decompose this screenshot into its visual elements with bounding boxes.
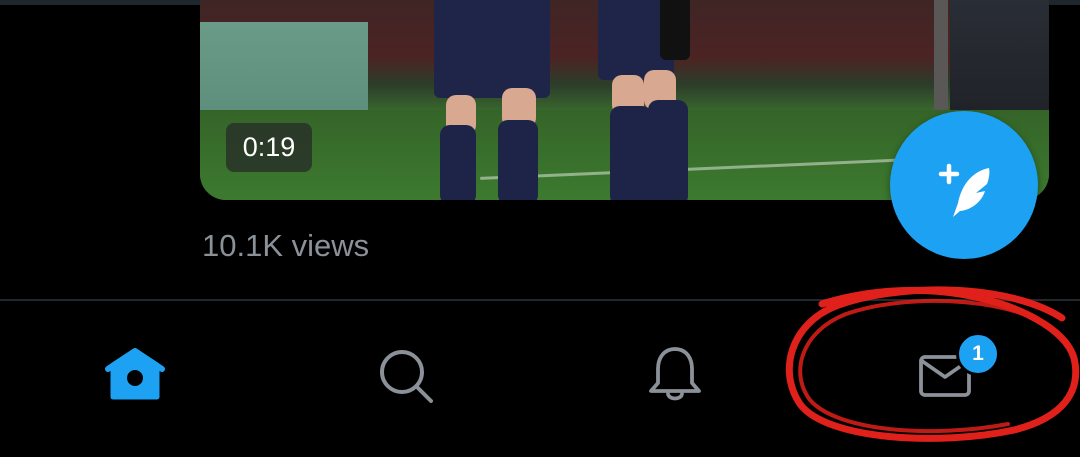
video-duration-badge: 0:19 xyxy=(226,123,312,172)
bottom-nav-divider xyxy=(0,299,1080,301)
stadium-background-image xyxy=(950,0,1049,110)
nav-notifications-tab[interactable] xyxy=(640,340,710,410)
player-figure-left xyxy=(432,0,552,200)
view-count: 10.1K views xyxy=(202,228,370,263)
nav-search-tab[interactable] xyxy=(370,340,440,410)
player-figure-right xyxy=(592,0,712,200)
home-icon xyxy=(105,348,165,400)
goal-post-image xyxy=(934,0,948,112)
messages-unread-badge: 1 xyxy=(956,332,1000,376)
compose-tweet-button[interactable] xyxy=(890,111,1038,259)
bell-icon xyxy=(649,347,701,401)
nav-home-tab[interactable] xyxy=(100,340,170,410)
search-icon xyxy=(380,350,433,403)
compose-tweet-icon xyxy=(938,163,990,217)
